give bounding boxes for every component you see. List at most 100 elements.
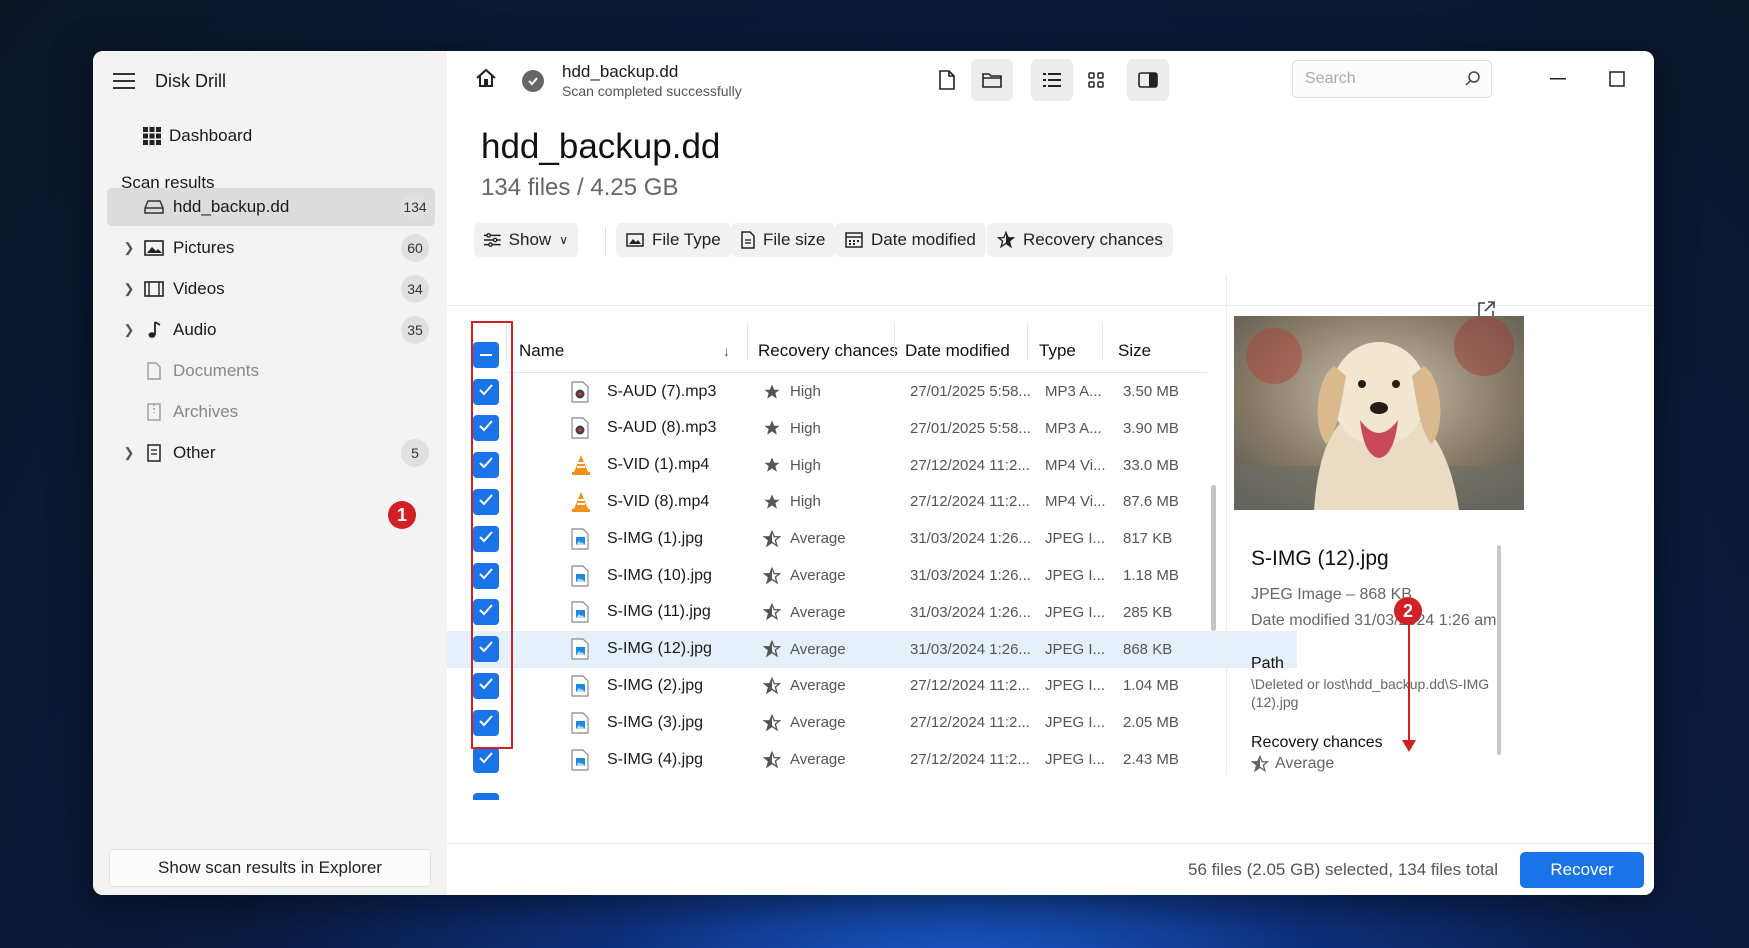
list-view-button[interactable] bbox=[1031, 59, 1073, 101]
sidebar-item-audio[interactable]: ❯ Audio 35 bbox=[107, 311, 435, 349]
count-badge: 134 bbox=[401, 193, 429, 221]
chevron-right-icon[interactable]: ❯ bbox=[119, 240, 139, 256]
scan-name: hdd_backup.dd bbox=[562, 62, 679, 81]
file-type-filter[interactable]: File Type bbox=[616, 223, 731, 257]
selection-status: 56 files (2.05 GB) selected, 134 files t… bbox=[1188, 860, 1498, 879]
app-title: Disk Drill bbox=[155, 71, 226, 91]
file-type: JPEG I... bbox=[1045, 530, 1106, 548]
sidebar-item-dashboard[interactable]: Dashboard bbox=[143, 121, 252, 151]
recovery-chance: Average bbox=[790, 530, 846, 548]
date-modified: 27/01/2025 5:58... bbox=[910, 383, 1031, 400]
star-half-icon bbox=[763, 557, 781, 594]
sort-arrow-icon[interactable]: ↓ bbox=[723, 333, 730, 369]
star-half-icon bbox=[763, 667, 781, 704]
file-size: 2.43 MB bbox=[1123, 751, 1179, 768]
file-type: MP3 A... bbox=[1045, 419, 1102, 437]
file-name: S-IMG (12).jpg bbox=[607, 640, 712, 658]
column-separator bbox=[894, 323, 895, 361]
star-half-icon bbox=[763, 704, 781, 741]
image-file-icon bbox=[570, 704, 590, 741]
chevron-right-icon[interactable]: ❯ bbox=[119, 322, 139, 338]
sidebar-item-documents[interactable]: Documents bbox=[107, 352, 435, 390]
audio-file-icon bbox=[570, 410, 590, 447]
file-type: JPEG I... bbox=[1045, 603, 1106, 621]
annotation-arrow-head bbox=[1402, 740, 1416, 752]
table-row[interactable]: S-IMG (10).jpg Average 31/03/2024 1:26... J… bbox=[447, 557, 1297, 594]
date-modified: 27/12/2024 11:2... bbox=[910, 714, 1030, 732]
sidebar: Disk Drill Dashboard Scan results hdd_ba… bbox=[93, 51, 447, 895]
file-size: 33.0 MB bbox=[1123, 456, 1179, 474]
date-modified: 31/03/2024 1:26... bbox=[910, 530, 1031, 548]
file-size: 817 KB bbox=[1123, 530, 1173, 548]
chevron-right-icon[interactable]: ❯ bbox=[119, 445, 139, 461]
date-modified-filter[interactable]: Date modified bbox=[835, 223, 986, 257]
file-view-button[interactable] bbox=[926, 59, 968, 101]
recovery-chance: Average bbox=[790, 567, 846, 584]
table-row[interactable]: S-IMG (2).jpg Average 27/12/2024 11:2... JP… bbox=[447, 667, 1297, 704]
search-icon[interactable] bbox=[1465, 70, 1481, 86]
path-label: Path bbox=[1251, 655, 1284, 672]
column-header-name[interactable]: Name bbox=[519, 333, 564, 369]
date-modified: 31/03/2024 1:26... bbox=[910, 603, 1031, 621]
preview-date: Date modified 31/03/2024 1:26 am bbox=[1251, 612, 1497, 629]
recovery-chance: Average bbox=[790, 751, 846, 768]
preview-pane-toggle[interactable] bbox=[1127, 59, 1169, 101]
sidebar-item-other[interactable]: ❯ Other 5 bbox=[107, 434, 435, 472]
sidebar-item-hdd-backup[interactable]: hdd_backup.dd 134 bbox=[107, 188, 435, 226]
scan-status: Scan completed successfully bbox=[562, 83, 742, 99]
column-header-size[interactable]: Size bbox=[1118, 333, 1151, 369]
annotation-marker-1: 1 bbox=[388, 501, 416, 529]
home-icon[interactable] bbox=[475, 67, 497, 94]
calendar-icon bbox=[845, 232, 863, 248]
file-size: 3.50 MB bbox=[1123, 383, 1179, 400]
star-half-icon bbox=[763, 631, 781, 668]
table-row[interactable]: S-IMG (12).jpg Average 31/03/2024 1:26... J… bbox=[447, 630, 1297, 668]
check-circle-icon bbox=[522, 70, 544, 92]
table-row[interactable]: S-IMG (4).jpg Average 27/12/2024 11:2... JP… bbox=[447, 741, 1297, 778]
file-size: 2.05 MB bbox=[1123, 714, 1179, 732]
search-box[interactable] bbox=[1292, 60, 1492, 98]
preview-path: \Deleted or lost\hdd_backup.dd\S-IMG (12… bbox=[1251, 676, 1490, 710]
chevron-right-icon[interactable]: ❯ bbox=[119, 281, 139, 297]
show-filter-button[interactable]: Show ∨ bbox=[474, 223, 578, 257]
table-row[interactable]: S-AUD (7).mp3 High 27/01/2025 5:58... MP3 A… bbox=[447, 373, 1297, 410]
recovery-chances-filter[interactable]: Recovery chances bbox=[987, 223, 1173, 257]
menu-icon[interactable] bbox=[113, 73, 135, 89]
image-file-icon bbox=[570, 631, 590, 668]
recovery-chance: High bbox=[790, 493, 821, 511]
column-header-type[interactable]: Type bbox=[1039, 333, 1076, 369]
recover-button[interactable]: Recover bbox=[1520, 852, 1644, 888]
table-row[interactable]: S-AUD (8).mp3 High 27/01/2025 5:58... MP3 A… bbox=[447, 410, 1297, 447]
preview-scrollbar[interactable] bbox=[1497, 545, 1501, 755]
table-row[interactable]: S-IMG (1).jpg Average 31/03/2024 1:26... JP… bbox=[447, 520, 1297, 557]
file-size-filter[interactable]: File size bbox=[731, 223, 836, 257]
column-header-recovery[interactable]: Recovery chances bbox=[758, 333, 898, 369]
film-icon bbox=[143, 281, 165, 297]
show-in-explorer-button[interactable]: Show scan results in Explorer bbox=[109, 849, 431, 887]
search-input[interactable] bbox=[1305, 70, 1465, 88]
table-row[interactable]: S-VID (8).mp4 High 27/12/2024 11:2... MP4 V… bbox=[447, 483, 1297, 520]
file-type: JPEG I... bbox=[1045, 714, 1106, 732]
file-size: 868 KB bbox=[1123, 640, 1173, 658]
minimize-button[interactable] bbox=[1538, 61, 1578, 97]
folder-view-button[interactable] bbox=[971, 59, 1013, 101]
file-type: JPEG I... bbox=[1045, 640, 1106, 658]
table-row[interactable]: S-IMG (11).jpg Average 31/03/2024 1:26... J… bbox=[447, 594, 1297, 631]
file-type: JPEG I... bbox=[1045, 751, 1106, 768]
checkbox[interactable] bbox=[473, 746, 499, 773]
sidebar-item-videos[interactable]: ❯ Videos 34 bbox=[107, 270, 435, 308]
star-icon bbox=[763, 410, 781, 447]
checkbox[interactable] bbox=[473, 792, 499, 800]
maximize-button[interactable] bbox=[1597, 61, 1637, 97]
file-size: 1.18 MB bbox=[1123, 567, 1179, 584]
sidebar-item-pictures[interactable]: ❯ Pictures 60 bbox=[107, 229, 435, 267]
preview-pane: S-IMG (12).jpg JPEG Image – 868 KB Date … bbox=[1226, 275, 1524, 775]
column-header-date[interactable]: Date modified bbox=[905, 333, 1010, 369]
file-size: 285 KB bbox=[1123, 603, 1173, 621]
sidebar-item-archives[interactable]: Archives bbox=[107, 393, 435, 431]
table-row[interactable]: S-VID (1).mp4 High 27/12/2024 11:2... MP4 V… bbox=[447, 447, 1297, 484]
grid-view-button[interactable] bbox=[1075, 59, 1117, 101]
table-row[interactable]: S-IMG (3).jpg Average 27/12/2024 11:2... JP… bbox=[447, 704, 1297, 741]
count-badge: 34 bbox=[401, 275, 429, 303]
list-scrollbar[interactable] bbox=[1211, 485, 1216, 631]
